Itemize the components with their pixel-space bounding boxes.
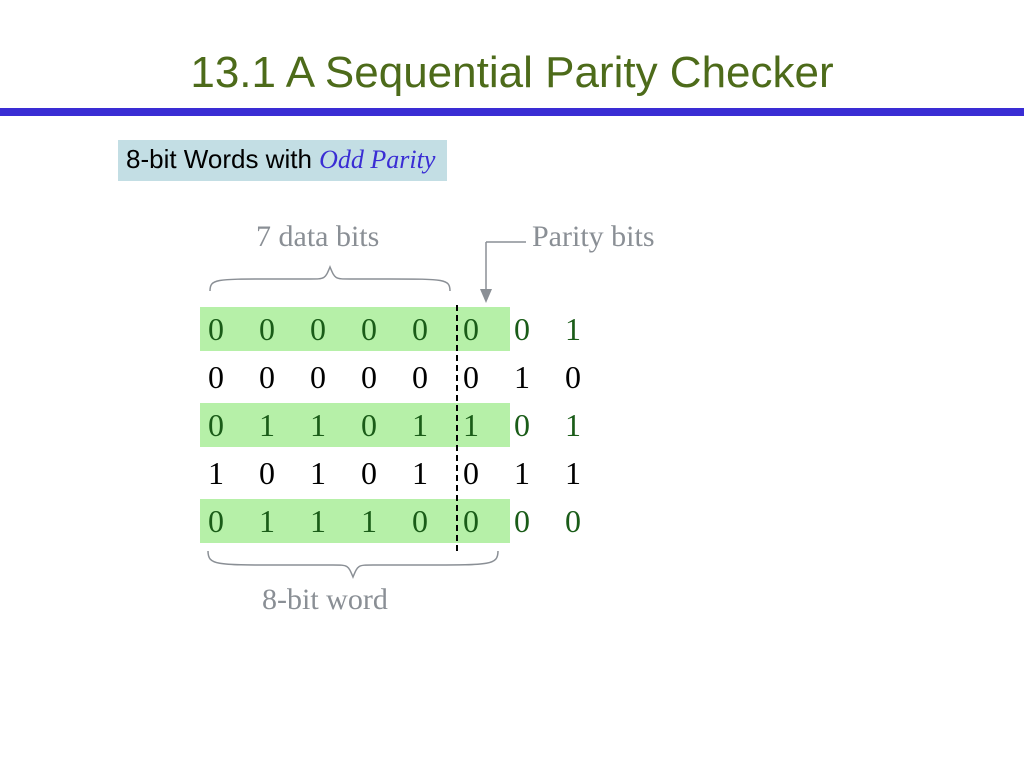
subtitle-prefix: 8-bit Words with bbox=[126, 144, 319, 174]
label-parity-bits: Parity bits bbox=[532, 220, 655, 254]
title-divider bbox=[0, 108, 1024, 116]
label-data-bits: 7 data bits bbox=[256, 220, 379, 254]
table-row: 0 1 1 1 0 0 0 0 bbox=[200, 499, 510, 543]
table-row: 1 0 1 0 1 0 1 1 bbox=[200, 451, 510, 495]
parity-arrow-icon bbox=[478, 237, 538, 307]
label-8-bit-word: 8-bit word bbox=[262, 583, 388, 617]
table-row: 0 0 0 0 0 0 1 0 bbox=[200, 355, 510, 399]
page-title: 13.1 A Sequential Parity Checker bbox=[0, 48, 1024, 98]
bit-word: 0 0 0 0 0 0 1 0 bbox=[208, 359, 595, 396]
table-row: 0 0 0 0 0 0 0 1 bbox=[200, 307, 510, 351]
subtitle-emph: Odd Parity bbox=[319, 145, 435, 174]
subtitle-box: 8-bit Words with Odd Parity bbox=[118, 140, 447, 181]
bit-word: 0 1 1 1 0 0 0 0 bbox=[208, 503, 595, 540]
bit-word: 1 0 1 0 1 0 1 1 bbox=[208, 455, 595, 492]
brace-bottom-icon bbox=[208, 549, 498, 579]
brace-top-icon bbox=[210, 265, 450, 293]
bit-word: 0 0 0 0 0 0 0 1 bbox=[208, 311, 595, 348]
bit-rows: 0 0 0 0 0 0 0 1 0 0 0 0 0 0 1 0 0 1 1 0 … bbox=[200, 307, 510, 547]
table-row: 0 1 1 0 1 1 0 1 bbox=[200, 403, 510, 447]
column-separator bbox=[456, 305, 458, 551]
bit-word: 0 1 1 0 1 1 0 1 bbox=[208, 407, 595, 444]
